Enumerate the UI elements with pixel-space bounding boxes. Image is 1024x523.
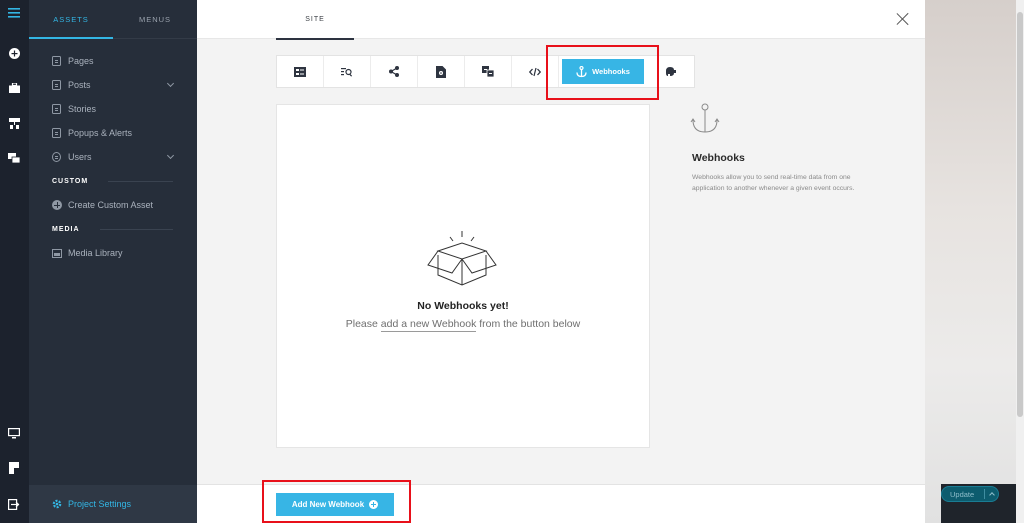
webhooks-list-card: No Webhooks yet! Please add a new Webhoo…	[276, 104, 650, 448]
form-icon	[293, 66, 306, 77]
create-custom-asset-item[interactable]: Create Custom Asset	[29, 193, 197, 217]
briefcase-icon[interactable]	[6, 80, 22, 96]
user-icon	[52, 152, 61, 162]
popup-icon	[52, 128, 61, 138]
sidebar-item-posts[interactable]: Posts	[29, 73, 197, 97]
code-icon	[528, 67, 541, 76]
info-title: Webhooks	[692, 152, 745, 164]
project-settings-item[interactable]: Project Settings	[29, 485, 197, 523]
sidebar-item-label: Create Custom Asset	[68, 200, 154, 210]
empty-box-icon	[427, 231, 497, 286]
sidebar-item-pages[interactable]: Pages	[29, 49, 197, 73]
chat-icon[interactable]	[6, 150, 22, 166]
add-new-webhook-label: Add New Webhook	[291, 500, 365, 509]
close-icon[interactable]	[896, 12, 910, 26]
empty-sub-after: from the button below	[476, 318, 581, 330]
add-circle-icon[interactable]	[6, 45, 22, 61]
sidebar-item-label: Popups & Alerts	[68, 128, 133, 138]
sidebar-item-label: Users	[68, 152, 92, 162]
app-settings-button[interactable]	[418, 56, 465, 87]
anchor-icon	[576, 65, 587, 77]
webhooks-tab-label: Webhooks	[592, 67, 630, 76]
section-custom: CUSTOM	[29, 169, 197, 193]
section-media: MEDIA	[29, 217, 197, 241]
section-divider	[108, 180, 173, 182]
icon-rail	[0, 0, 29, 523]
hamburger-menu-icon[interactable]	[6, 5, 22, 21]
info-description: Webhooks allow you to send real-time dat…	[692, 174, 855, 192]
desktop-icon[interactable]	[6, 425, 22, 441]
project-settings-label: Project Settings	[68, 499, 132, 509]
sidebar-item-label: Posts	[68, 80, 91, 90]
sidebar-item-users[interactable]: Users	[29, 145, 197, 169]
social-share-button[interactable]	[371, 56, 418, 87]
empty-sub-before: Please	[345, 318, 381, 330]
general-settings-button[interactable]	[277, 56, 324, 87]
translate-icon	[481, 66, 494, 77]
plugin-icon	[665, 67, 676, 76]
empty-state-message: Please add a new Webhook from the button…	[277, 318, 649, 332]
sidebar-item-label: Stories	[68, 104, 97, 114]
scrollbar-thumb[interactable]	[1017, 12, 1023, 417]
sidebar-item-stories[interactable]: Stories	[29, 97, 197, 121]
page-icon	[52, 56, 61, 66]
plus-circle-icon	[369, 500, 379, 509]
section-label: CUSTOM	[52, 177, 89, 185]
exit-icon[interactable]	[6, 496, 22, 512]
section-divider	[99, 228, 173, 230]
gear-icon	[52, 499, 62, 509]
panel-topbar: SITE	[197, 0, 925, 40]
sidebar-tabs: ASSETS MENUS	[29, 0, 197, 39]
panel-footer: Add New Webhook	[197, 484, 925, 523]
sidebar-item-label: Pages	[68, 56, 94, 66]
update-label: Update	[950, 489, 975, 499]
seo-button[interactable]	[324, 56, 371, 87]
add-webhook-link[interactable]: add a new Webhook	[380, 318, 477, 332]
search-list-icon	[340, 67, 353, 77]
sidebar-item-media-library[interactable]: Media Library	[29, 241, 197, 265]
plus-circle-icon	[52, 200, 62, 210]
empty-state-title: No Webhooks yet!	[417, 300, 509, 312]
document-edit-icon[interactable]	[6, 460, 22, 476]
sidebar-item-label: Media Library	[68, 248, 123, 258]
anchor-icon	[690, 103, 720, 133]
share-icon	[388, 66, 399, 77]
story-icon	[52, 104, 61, 114]
assets-sidebar: ASSETS MENUS Pages Posts Stories Popups …	[29, 0, 197, 523]
settings-panel: SITE Webhooks No Webhooks yet! Please ad…	[197, 0, 925, 523]
page-background-preview	[925, 0, 1024, 523]
sidebar-item-popups[interactable]: Popups & Alerts	[29, 121, 197, 145]
tab-assets[interactable]: ASSETS	[29, 0, 113, 39]
sidebar-nav: Pages Posts Stories Popups & Alerts User…	[29, 39, 197, 265]
tab-site[interactable]: SITE	[276, 0, 354, 40]
document-gear-icon	[435, 65, 446, 78]
image-icon	[52, 248, 62, 258]
custom-code-button[interactable]	[512, 56, 559, 87]
tab-menus[interactable]: MENUS	[113, 0, 197, 38]
webhooks-tab-button[interactable]: Webhooks	[561, 59, 645, 84]
add-new-webhook-button[interactable]: Add New Webhook	[276, 493, 394, 516]
update-divider	[984, 489, 985, 499]
chevron-down-icon[interactable]	[166, 79, 175, 88]
settings-toolbar: Webhooks	[276, 55, 695, 88]
post-icon	[52, 80, 61, 90]
chevron-up-icon[interactable]	[989, 492, 995, 498]
chevron-down-icon[interactable]	[166, 151, 175, 160]
translations-button[interactable]	[465, 56, 512, 87]
section-label: MEDIA	[52, 225, 80, 233]
integrations-button[interactable]	[647, 56, 694, 87]
sitemap-icon[interactable]	[6, 115, 22, 131]
update-button[interactable]: Update	[941, 486, 999, 502]
